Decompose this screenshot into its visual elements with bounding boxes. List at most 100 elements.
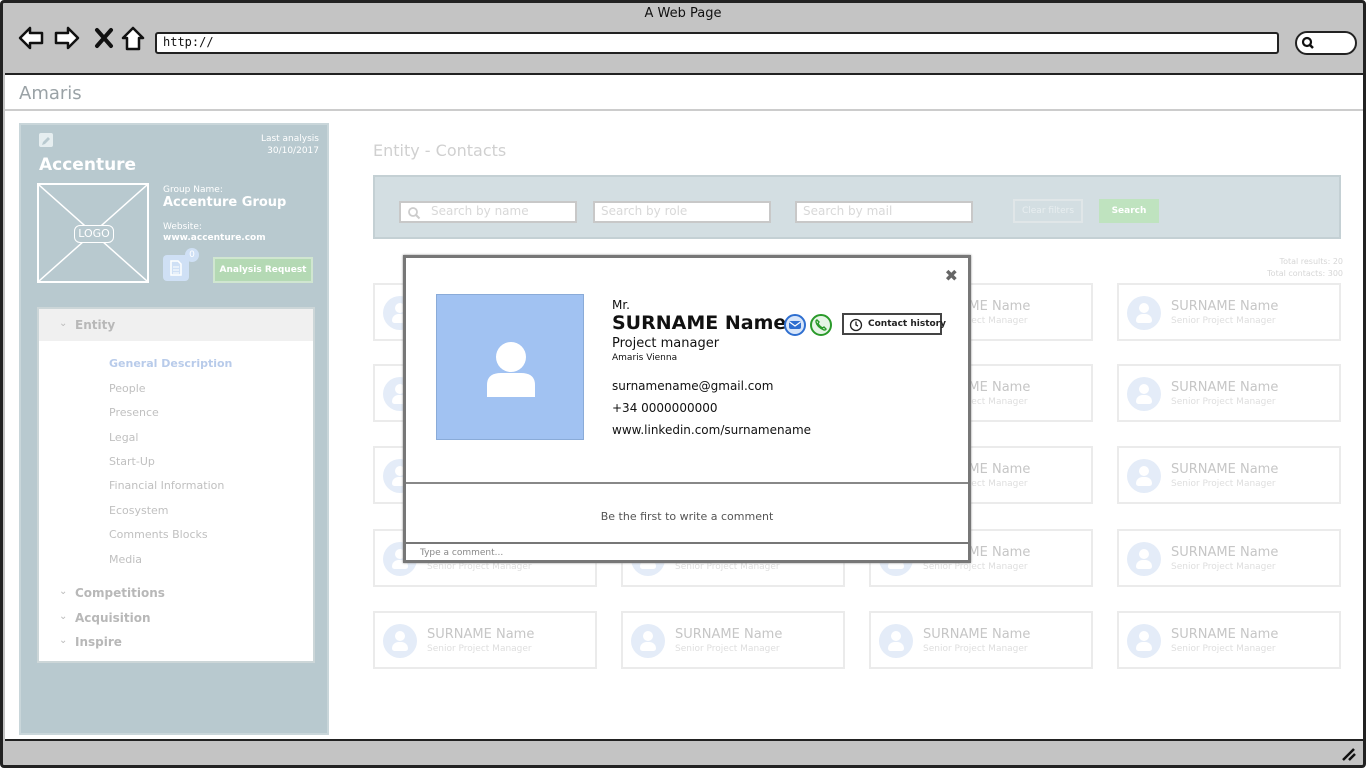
contact-card-role: Senior Project Manager [1171, 397, 1276, 407]
contact-card-role: Senior Project Manager [1171, 644, 1276, 654]
tree-section-label: Inspire [75, 635, 122, 649]
contact-card-name: SURNAME Name [1171, 545, 1279, 560]
contact-history-label: Contact history [868, 319, 946, 329]
tree-item-legal[interactable]: Legal [109, 431, 138, 444]
document-icon[interactable] [163, 255, 189, 281]
contact-email[interactable]: surnamename@gmail.com [612, 379, 773, 393]
chevron-down-icon: ⌄ [59, 318, 68, 329]
search-button[interactable]: Search [1099, 199, 1159, 223]
user-avatar-icon [1127, 459, 1161, 493]
contact-card-role: Senior Project Manager [1171, 316, 1276, 326]
home-icon[interactable] [119, 23, 147, 53]
last-analysis: Last analysis 30/10/2017 [261, 133, 319, 157]
navigation-tree: ⌄ Entity General Description People Pres… [37, 307, 315, 663]
contact-card-role: Senior Project Manager [427, 644, 532, 654]
contact-card[interactable]: SURNAME Name Senior Project Manager [621, 611, 845, 669]
contact-card-role: Senior Project Manager [427, 562, 532, 572]
contact-card-name: SURNAME Name [1171, 462, 1279, 477]
contact-role: Project manager [612, 336, 720, 351]
contact-card[interactable]: SURNAME Name Senior Project Manager [869, 611, 1093, 669]
contact-card-name: SURNAME Name [675, 627, 783, 642]
contact-card-name: SURNAME Name [1171, 627, 1279, 642]
phone-icon[interactable] [810, 314, 832, 336]
tree-item-presence[interactable]: Presence [109, 406, 159, 419]
search-icon [408, 207, 421, 220]
contact-card[interactable]: SURNAME Name Senior Project Manager [1117, 364, 1341, 422]
user-avatar-icon [1127, 377, 1161, 411]
contact-card-name: SURNAME Name [427, 627, 535, 642]
website-label: Website: [163, 222, 202, 232]
logo-placeholder-text: LOGO [74, 225, 114, 243]
tree-item-people[interactable]: People [109, 382, 146, 395]
contact-card[interactable]: SURNAME Name Senior Project Manager [1117, 611, 1341, 669]
search-icon [1301, 36, 1314, 49]
close-icon[interactable] [91, 23, 119, 53]
contact-card-role: Senior Project Manager [1171, 479, 1276, 489]
page-title: Entity - Contacts [373, 141, 507, 160]
user-avatar-icon [879, 624, 913, 658]
forward-icon[interactable] [53, 23, 81, 53]
status-bar [3, 741, 1363, 765]
contact-phone[interactable]: +34 0000000000 [612, 401, 718, 415]
contact-history-button[interactable]: Contact history [842, 313, 946, 335]
modal-divider [406, 482, 968, 484]
url-bar[interactable]: http:// [155, 32, 1279, 54]
contact-card-role: Senior Project Manager [923, 644, 1028, 654]
contact-card-role: Senior Project Manager [675, 644, 780, 654]
contact-salutation: Mr. [612, 298, 630, 312]
browser-search-field[interactable] [1295, 31, 1357, 55]
company-name: Accenture [39, 155, 137, 175]
contact-card[interactable]: SURNAME Name Senior Project Manager [1117, 283, 1341, 341]
contact-card-name: SURNAME Name [923, 627, 1031, 642]
company-sidebar: Last analysis 30/10/2017 Accenture LOGO … [19, 123, 329, 735]
back-icon[interactable] [17, 23, 45, 53]
total-contacts: Total contacts: 300 [1267, 269, 1343, 278]
total-results: Total results: 20 [1279, 257, 1343, 266]
tree-item-general-description[interactable]: General Description [109, 357, 232, 370]
page-viewport: Amaris Last analysis 30/10/2017 Accentur… [5, 73, 1363, 741]
tree-item-ecosystem[interactable]: Ecosystem [109, 504, 169, 517]
edit-icon[interactable] [39, 133, 53, 147]
filter-bar: Search by name Search by role Search by … [373, 175, 1341, 239]
group-value: Accenture Group [163, 195, 287, 210]
contact-card-role: Senior Project Manager [675, 562, 780, 572]
tree-item-media[interactable]: Media [109, 553, 142, 566]
chevron-down-icon: ⌄ [59, 611, 68, 622]
group-label: Group Name: [163, 185, 223, 195]
comment-input[interactable]: Type a comment... [406, 542, 968, 562]
mail-icon[interactable] [784, 314, 806, 336]
search-by-role-input[interactable]: Search by role [593, 201, 771, 223]
contact-name: SURNAME Name [612, 312, 787, 334]
website-link[interactable]: www.accenture.com [163, 233, 266, 243]
user-avatar-icon [631, 624, 665, 658]
close-icon[interactable]: ✖ [945, 266, 958, 285]
search-by-name-placeholder: Search by name [431, 204, 529, 218]
tree-section-label: Entity [75, 318, 116, 332]
tree-item-financial-information[interactable]: Financial Information [109, 479, 224, 492]
contact-photo [436, 294, 584, 440]
resize-grip-icon[interactable] [1341, 747, 1357, 761]
contact-office: Amaris Vienna [612, 353, 678, 363]
contact-linkedin[interactable]: www.linkedin.com/surnamename [612, 423, 811, 437]
browser-window: A Web Page http:// Amaris Last analysis … [0, 0, 1366, 768]
contact-card[interactable]: SURNAME Name Senior Project Manager [1117, 529, 1341, 587]
user-avatar-icon [383, 624, 417, 658]
user-avatar-icon [1127, 542, 1161, 576]
company-logo: LOGO [37, 183, 149, 283]
last-analysis-date: 30/10/2017 [267, 146, 319, 156]
tree-item-comments-blocks[interactable]: Comments Blocks [109, 528, 208, 541]
last-analysis-label: Last analysis [260, 134, 319, 144]
chevron-down-icon: ⌄ [59, 586, 68, 597]
user-avatar-icon [487, 342, 535, 397]
tree-section-entity[interactable]: ⌄ Entity [39, 309, 313, 341]
comment-empty-state: Be the first to write a comment [600, 510, 774, 523]
tree-item-start-up[interactable]: Start-Up [109, 455, 155, 468]
app-name: Amaris [19, 83, 82, 104]
contact-card[interactable]: SURNAME Name Senior Project Manager [1117, 446, 1341, 504]
clear-filters-button[interactable]: Clear filters [1013, 199, 1083, 223]
contact-card[interactable]: SURNAME Name Senior Project Manager [373, 611, 597, 669]
search-by-mail-input[interactable]: Search by mail [795, 201, 973, 223]
app-header: Amaris [5, 75, 1363, 111]
analysis-request-button[interactable]: Analysis Request [213, 257, 313, 283]
search-by-name-input[interactable]: Search by name [399, 201, 577, 223]
